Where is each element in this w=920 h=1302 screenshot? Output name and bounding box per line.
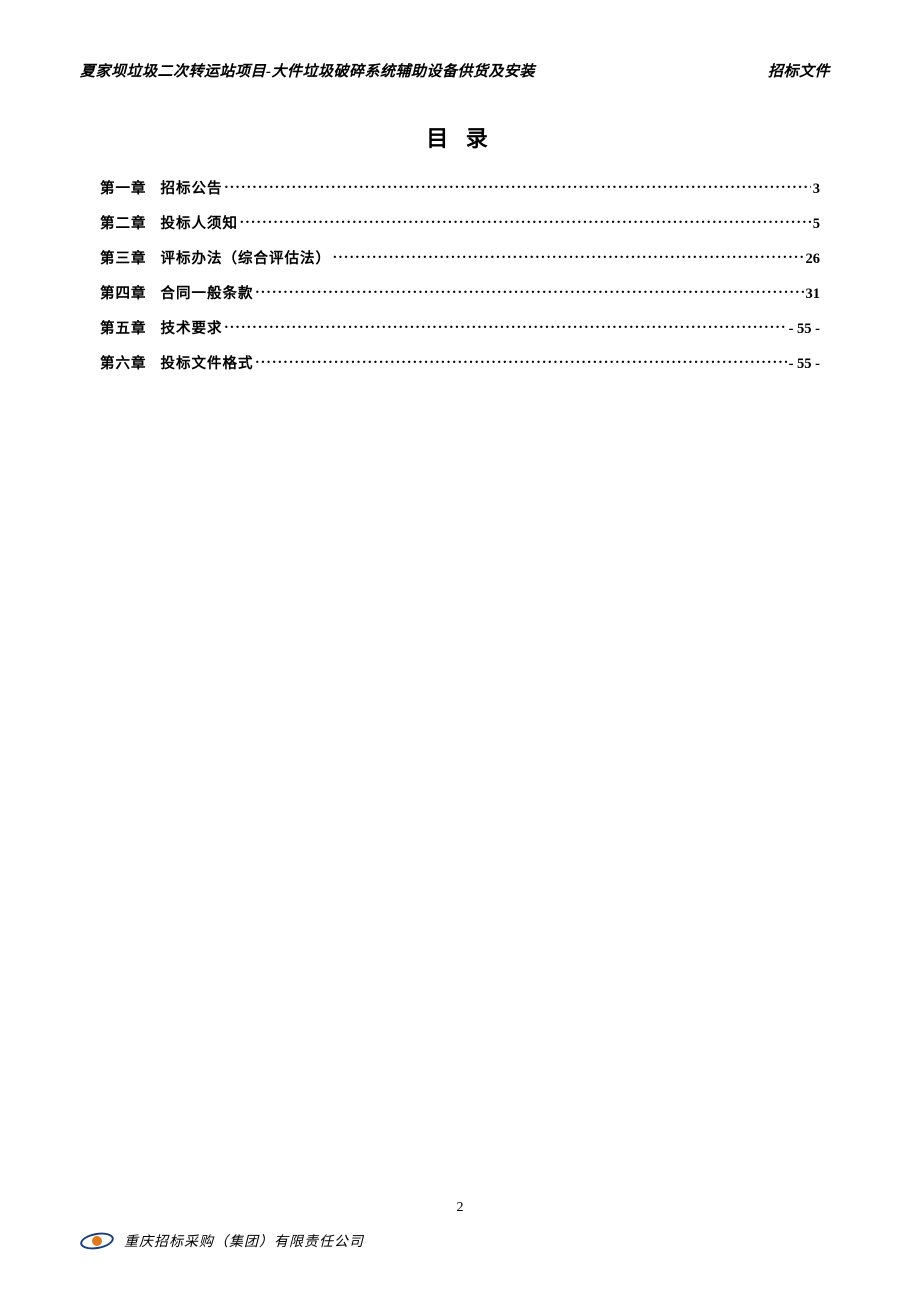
toc-entry: 第一章 招标公告 3 (100, 177, 820, 198)
table-of-contents: 第一章 招标公告 3 第二章 投标人须知 5 第三章 评标办法（综合评估法） 2… (80, 177, 840, 373)
toc-label: 评标办法（综合评估法） (161, 247, 332, 268)
toc-entry: 第六章 投标文件格式 - 55 - (100, 352, 820, 373)
toc-leader-dots (225, 319, 787, 334)
toc-leader-dots (256, 284, 804, 299)
company-logo-icon (80, 1230, 114, 1252)
toc-label: 投标文件格式 (161, 352, 254, 373)
toc-label: 合同一般条款 (161, 282, 254, 303)
toc-page-number: 26 (806, 251, 821, 268)
toc-label: 投标人须知 (161, 212, 239, 233)
toc-page-number: 5 (813, 216, 820, 233)
toc-entry: 第三章 评标办法（综合评估法） 26 (100, 247, 820, 268)
toc-leader-dots (225, 179, 811, 194)
toc-leader-dots (240, 214, 811, 229)
page-header: 夏家坝垃圾二次转运站项目-大件垃圾破碎系统辅助设备供货及安装 招标文件 (80, 60, 840, 81)
toc-page-number: 3 (813, 181, 820, 198)
toc-entry: 第二章 投标人须知 5 (100, 212, 820, 233)
toc-chapter: 第四章 (100, 282, 147, 303)
toc-chapter: 第二章 (100, 212, 147, 233)
toc-page-number: - 55 - (789, 321, 820, 338)
toc-chapter: 第五章 (100, 317, 147, 338)
footer-page-number: 2 (0, 1200, 920, 1216)
toc-page-number: 31 (806, 286, 821, 303)
toc-chapter: 第六章 (100, 352, 147, 373)
toc-entry: 第五章 技术要求 - 55 - (100, 317, 820, 338)
toc-chapter: 第三章 (100, 247, 147, 268)
document-page: 夏家坝垃圾二次转运站项目-大件垃圾破碎系统辅助设备供货及安装 招标文件 目 录 … (0, 0, 920, 373)
toc-title: 目 录 (80, 121, 840, 153)
toc-leader-dots (256, 354, 787, 369)
toc-leader-dots (333, 249, 804, 264)
toc-chapter: 第一章 (100, 177, 147, 198)
page-footer: 2 重庆招标采购（集团）有限责任公司 (0, 1230, 920, 1252)
footer-inner: 重庆招标采购（集团）有限责任公司 (80, 1230, 840, 1252)
header-right-text: 招标文件 (768, 60, 840, 81)
toc-page-number: - 55 - (789, 356, 820, 373)
header-left-text: 夏家坝垃圾二次转运站项目-大件垃圾破碎系统辅助设备供货及安装 (80, 60, 535, 81)
toc-label: 招标公告 (161, 177, 223, 198)
footer-company-name: 重庆招标采购（集团）有限责任公司 (124, 1231, 364, 1251)
toc-entry: 第四章 合同一般条款 31 (100, 282, 820, 303)
toc-label: 技术要求 (161, 317, 223, 338)
